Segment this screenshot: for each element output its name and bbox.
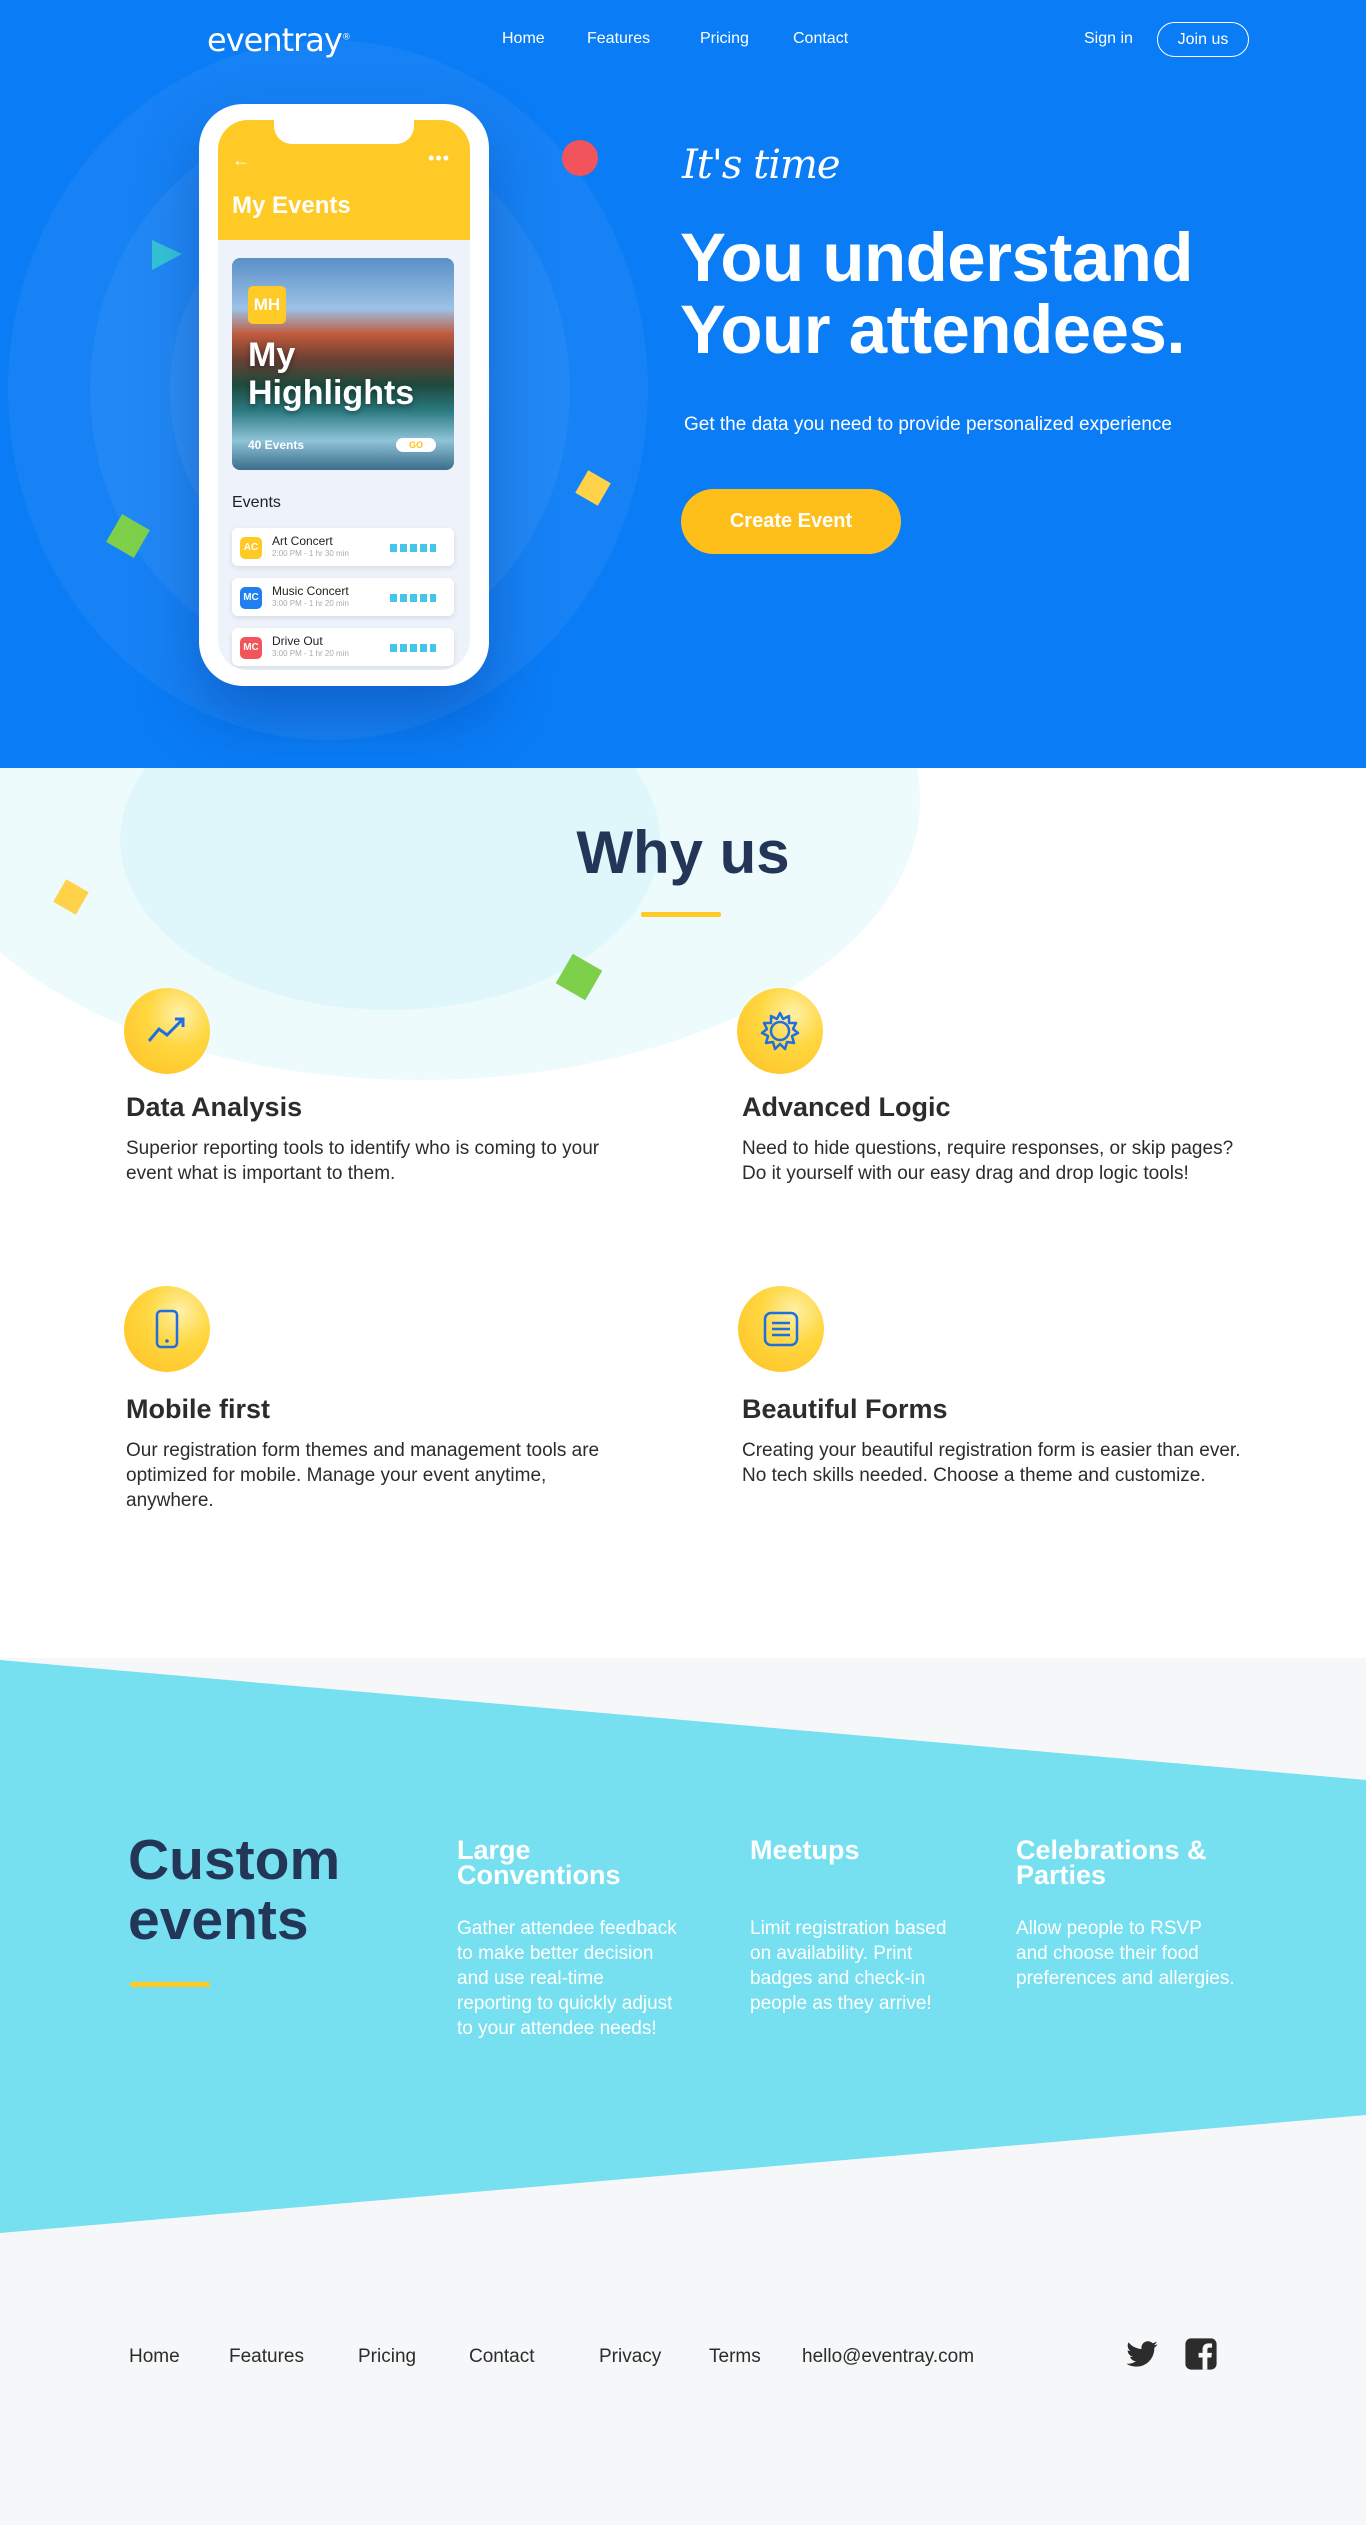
feature-title: Advanced Logic <box>742 1092 951 1122</box>
nav-features[interactable]: Features <box>587 30 650 48</box>
custom-col-text: Limit registration based on availability… <box>750 1918 947 2014</box>
event-badge: AC <box>240 537 262 559</box>
custom-events-title: Custom events <box>128 1828 341 1952</box>
highlight-title: My Highlights <box>248 336 415 412</box>
logo[interactable]: eventray® <box>207 21 351 59</box>
event-name: Drive Out <box>272 634 323 648</box>
nav-pricing[interactable]: Pricing <box>700 30 749 48</box>
event-rating <box>390 594 436 602</box>
sign-in-link[interactable]: Sign in <box>1084 30 1133 48</box>
event-time: 3:00 PM - 1 hr 20 min <box>272 649 349 658</box>
event-badge: MC <box>240 637 262 659</box>
footer-home-link[interactable]: Home <box>129 2346 180 2368</box>
custom-col-text: Gather attendee feedback to make better … <box>457 1918 677 2039</box>
event-rating <box>390 544 436 552</box>
feature-text: Creating your beautiful registration for… <box>742 1440 1241 1486</box>
custom-col-title: Meetups <box>750 1835 860 1865</box>
event-badge: MC <box>240 587 262 609</box>
footer-terms-link[interactable]: Terms <box>709 2346 761 2368</box>
top-nav: eventray® Home Features Pricing Contact … <box>0 0 1366 80</box>
event-item[interactable]: MC Drive Out 3:00 PM - 1 hr 20 min <box>232 628 454 666</box>
highlight-count: 40 Events <box>248 438 305 452</box>
phone-notch <box>274 120 414 144</box>
hero-headline: You understand Your attendees. <box>680 219 1194 368</box>
phone-screen: ← ••• My Events MH My Highlights 40 Event… <box>218 120 470 670</box>
event-name: Art Concert <box>272 534 333 548</box>
footer-privacy-link[interactable]: Privacy <box>599 2346 661 2368</box>
twitter-icon[interactable] <box>1125 2337 1159 2371</box>
footer-email-link[interactable]: hello@eventray.com <box>802 2346 974 2368</box>
events-heading: Events <box>232 494 281 511</box>
red-dot-shape <box>562 140 598 176</box>
custom-col-title: Celebrations & Parties <box>1016 1835 1207 1890</box>
highlight-badge: MH <box>248 286 286 324</box>
highlight-go-button[interactable]: GO <box>396 438 436 452</box>
feature-title: Beautiful Forms <box>742 1394 948 1424</box>
feature-title: Mobile first <box>126 1394 271 1424</box>
footer-features-link[interactable]: Features <box>229 2346 304 2368</box>
feature-text: Need to hide questions, require response… <box>742 1138 1234 1184</box>
event-item[interactable]: MC Music Concert 3:00 PM - 1 hr 20 min <box>232 578 454 616</box>
feature-text: Superior reporting tools to identify who… <box>126 1138 600 1184</box>
arrow-left-icon[interactable]: ← <box>232 150 250 171</box>
highlight-card[interactable]: MH My Highlights 40 Events GO <box>232 258 454 470</box>
mobile-phone-icon <box>124 1286 210 1372</box>
why-us-underline <box>641 912 721 917</box>
gear-icon <box>737 988 823 1074</box>
phone-title: My Events <box>232 192 351 219</box>
nav-contact[interactable]: Contact <box>793 30 848 48</box>
custom-col-text: Allow people to RSVP and choose their fo… <box>1016 1918 1235 1989</box>
footer-pricing-link[interactable]: Pricing <box>358 2346 416 2368</box>
custom-events-underline <box>130 1982 210 1987</box>
hero-tagline: It's time <box>682 142 841 188</box>
why-us-title: Why us <box>576 819 790 886</box>
hero-section: eventray® Home Features Pricing Contact … <box>0 0 1366 768</box>
event-name: Music Concert <box>272 584 349 598</box>
teal-triangle-shape <box>152 240 182 270</box>
facebook-icon[interactable] <box>1184 2337 1218 2371</box>
feature-title: Data Analysis <box>126 1092 303 1122</box>
custom-col-title: Large Conventions <box>457 1835 621 1890</box>
event-rating <box>390 644 436 652</box>
more-dots-icon[interactable]: ••• <box>428 148 450 169</box>
event-time: 2:00 PM - 1 hr 30 min <box>272 549 349 558</box>
hero-subline: Get the data you need to provide persona… <box>684 414 1172 435</box>
phone-mockup: ← ••• My Events MH My Highlights 40 Event… <box>199 104 489 686</box>
why-background <box>0 768 1366 1658</box>
event-time: 3:00 PM - 1 hr 20 min <box>272 599 349 608</box>
nav-home[interactable]: Home <box>502 30 545 48</box>
event-item[interactable]: AC Art Concert 2:00 PM - 1 hr 30 min <box>232 528 454 566</box>
join-us-button[interactable]: Join us <box>1157 22 1249 57</box>
feature-text: Our registration form themes and managem… <box>126 1440 600 1511</box>
create-event-button[interactable]: Create Event <box>681 489 901 554</box>
trend-chart-icon <box>124 988 210 1074</box>
form-list-icon <box>738 1286 824 1372</box>
footer-contact-link[interactable]: Contact <box>469 2346 534 2368</box>
